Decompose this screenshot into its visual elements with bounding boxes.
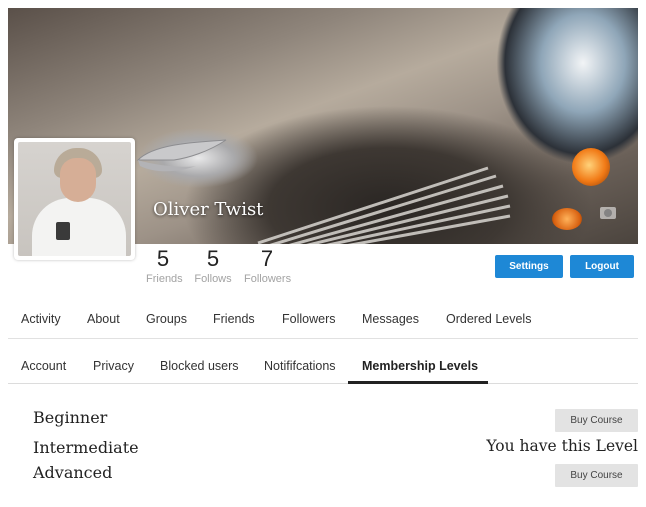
stat-follows[interactable]: 5 Follows [194,246,232,286]
main-nav: Activity About Groups Friends Followers … [8,302,638,339]
stat-label: Followers [244,273,292,285]
settings-subnav: Account Privacy Blocked users Notififcat… [8,348,638,384]
level-owned-status: You have this Level [486,437,638,455]
logout-button[interactable]: Logout [570,255,634,278]
headlight [572,148,610,186]
stat-friends[interactable]: 5 Friends [146,246,183,286]
stat-value: 5 [206,246,220,271]
profile-name: Oliver Twist [153,199,264,220]
avatar-photo [18,142,131,256]
buy-course-button[interactable]: Buy Course [555,409,638,432]
nav-item-messages[interactable]: Messages [362,312,419,326]
stat-label: Friends [146,273,183,285]
avatar[interactable] [14,138,135,260]
buy-course-button[interactable]: Buy Course [555,464,638,487]
tab-account[interactable]: Account [21,359,66,373]
level-name-intermediate: Intermediate [33,438,139,457]
camera-icon[interactable] [600,207,616,219]
tab-notifications[interactable]: Notififcations [264,359,336,373]
nav-item-groups[interactable]: Groups [146,312,187,326]
nav-item-ordered-levels[interactable]: Ordered Levels [446,312,531,326]
nav-item-followers[interactable]: Followers [282,312,336,326]
nav-item-activity[interactable]: Activity [21,312,61,326]
stat-value: 7 [260,246,274,271]
stat-followers[interactable]: 7 Followers [244,246,292,286]
emblem-icon [136,139,227,172]
tab-privacy[interactable]: Privacy [93,359,134,373]
nav-item-friends[interactable]: Friends [213,312,255,326]
stat-value: 5 [156,246,170,271]
nav-item-about[interactable]: About [87,312,120,326]
tab-blocked-users[interactable]: Blocked users [160,359,239,373]
tab-membership-levels[interactable]: Membership Levels [362,359,478,373]
active-tab-indicator [348,381,488,384]
settings-button[interactable]: Settings [495,255,563,278]
level-name-beginner: Beginner [33,408,108,427]
stat-label: Follows [194,273,232,285]
car-grille [257,166,511,244]
indicator-light [552,208,582,230]
level-name-advanced: Advanced [33,463,113,482]
